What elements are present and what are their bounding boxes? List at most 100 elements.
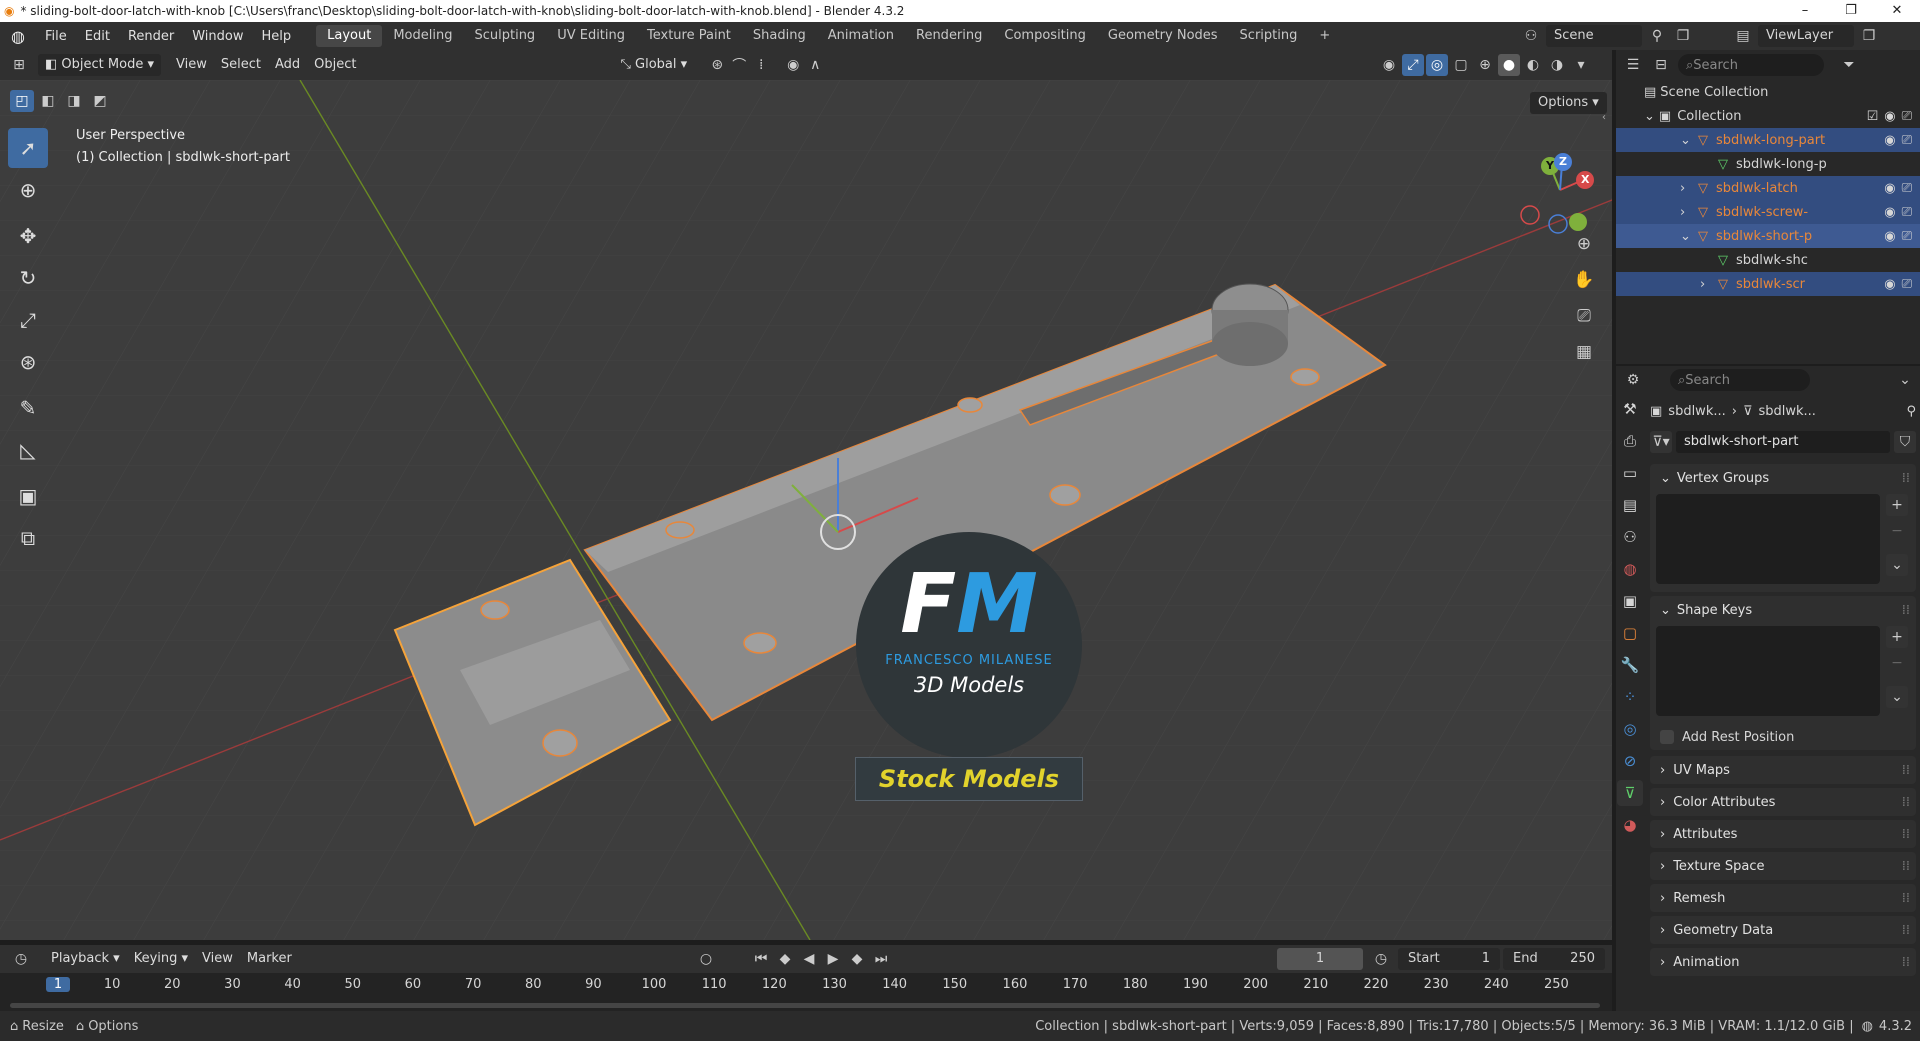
drag-handle-icon[interactable]: ⁞⁞ bbox=[1902, 795, 1910, 810]
overlay-icon[interactable]: ◎ bbox=[1426, 54, 1448, 76]
shape-keys-list[interactable] bbox=[1656, 626, 1880, 716]
tab-uv-editing[interactable]: UV Editing bbox=[546, 25, 636, 47]
view-layer-tab-icon[interactable]: ▤ bbox=[1617, 492, 1643, 518]
particles-tab-icon[interactable]: ⁘ bbox=[1617, 684, 1643, 710]
tab-texture-paint[interactable]: Texture Paint bbox=[636, 25, 742, 47]
object-menu[interactable]: Object bbox=[307, 54, 363, 76]
new-view-layer-icon[interactable]: ❐ bbox=[1858, 25, 1880, 47]
properties-search[interactable]: ⌕ Search bbox=[1670, 369, 1810, 391]
outliner-search[interactable]: ⌕ Search bbox=[1678, 54, 1824, 76]
view-menu[interactable]: View bbox=[169, 54, 214, 76]
expand-arrow-icon[interactable]: › bbox=[1680, 181, 1694, 196]
marker-menu[interactable]: Marker bbox=[240, 948, 299, 970]
navigation-gizmo[interactable]: X Y Z bbox=[1510, 140, 1610, 240]
shape-key-menu-button[interactable]: ⌄ bbox=[1886, 686, 1908, 708]
eye-icon[interactable]: ◉ bbox=[1884, 133, 1895, 148]
select-subtract-icon[interactable]: ◨ bbox=[62, 90, 86, 112]
breadcrumb-mesh[interactable]: sbdlwk... bbox=[1758, 404, 1815, 419]
camera-icon[interactable]: ⎚ bbox=[1902, 133, 1912, 148]
keying-menu[interactable]: Keying ▾ bbox=[127, 948, 195, 970]
eye-icon[interactable]: ◉ bbox=[1884, 229, 1895, 244]
add-workspace-button[interactable]: + bbox=[1308, 25, 1341, 47]
menu-window[interactable]: Window bbox=[183, 29, 252, 44]
eye-icon[interactable]: ◉ bbox=[1884, 109, 1895, 124]
scene-icon[interactable]: ⚇ bbox=[1520, 25, 1542, 47]
mode-dropdown[interactable]: ◧ Object Mode ▾ bbox=[38, 54, 161, 76]
tab-rendering[interactable]: Rendering bbox=[905, 25, 993, 47]
add-cube-tool[interactable]: ▣ bbox=[8, 476, 48, 516]
close-button[interactable]: ✕ bbox=[1874, 0, 1920, 22]
vertex-groups-list[interactable] bbox=[1656, 494, 1880, 584]
expand-arrow-icon[interactable]: ⌄ bbox=[1644, 109, 1655, 124]
menu-help[interactable]: Help bbox=[253, 29, 301, 44]
rotate-tool[interactable]: ↻ bbox=[8, 258, 48, 298]
ortho-toggle-icon[interactable]: ▦ bbox=[1570, 338, 1598, 366]
tab-sculpting[interactable]: Sculpting bbox=[463, 25, 546, 47]
timeline-ruler[interactable]: 1 10 20 30 40 50 60 70 80 90 100 110 120 130 140 150 160… bbox=[0, 973, 1612, 1011]
properties-options-icon[interactable]: ⌄ bbox=[1894, 369, 1916, 391]
drag-handle-icon[interactable]: ⁞⁞ bbox=[1902, 471, 1910, 486]
mesh-browse-icon[interactable]: ⊽▾ bbox=[1650, 431, 1672, 453]
preview-range-icon[interactable]: ◷ bbox=[1370, 948, 1392, 970]
measure-tool[interactable]: ◺ bbox=[8, 430, 48, 470]
outliner-item[interactable]: ⌄ ▽ sbdlwk-short-p ◉ ⎚ bbox=[1616, 224, 1920, 248]
timeline-view-menu[interactable]: View bbox=[195, 948, 240, 970]
proportional-edit-icon[interactable]: ◉ bbox=[782, 54, 804, 76]
drag-handle-icon[interactable]: ⁞⁞ bbox=[1902, 763, 1910, 778]
options-dropdown[interactable]: Options ▾ bbox=[1530, 92, 1607, 114]
remove-shape-key-button[interactable]: − bbox=[1886, 652, 1908, 674]
blender-menu-icon[interactable]: ◍ bbox=[0, 27, 36, 46]
remove-vertex-group-button[interactable]: − bbox=[1886, 520, 1908, 542]
tab-modeling[interactable]: Modeling bbox=[382, 25, 463, 47]
shape-keys-header[interactable]: ⌄ Shape Keys ⁞⁞ bbox=[1650, 596, 1916, 624]
prev-keyframe-icon[interactable]: ◆ bbox=[774, 948, 796, 970]
add-menu[interactable]: Add bbox=[268, 54, 307, 76]
expand-arrow-icon[interactable]: › bbox=[1680, 205, 1694, 220]
add-primitive-tool[interactable]: ⧉ bbox=[8, 518, 48, 558]
select-extend-icon[interactable]: ◧ bbox=[36, 90, 60, 112]
panel-header[interactable]: › Remesh ⁞⁞ bbox=[1650, 884, 1916, 912]
camera-icon[interactable]: ⎚ bbox=[1902, 277, 1912, 292]
display-mode-icon[interactable]: ⊟ bbox=[1650, 54, 1672, 76]
scene-tab-icon[interactable]: ⚇ bbox=[1617, 524, 1643, 550]
xray-icon[interactable]: ▢ bbox=[1450, 54, 1472, 76]
pivot-icon[interactable]: ⊛ bbox=[706, 54, 728, 76]
orientation-dropdown[interactable]: ⤡ Global ▾ bbox=[613, 54, 694, 76]
gizmo-icon[interactable]: ⤢ bbox=[1402, 54, 1424, 76]
expand-arrow-icon[interactable]: › bbox=[1700, 277, 1714, 292]
add-rest-position-checkbox[interactable] bbox=[1660, 730, 1674, 744]
eye-icon[interactable]: ◉ bbox=[1884, 277, 1895, 292]
output-tab-icon[interactable]: ▭ bbox=[1617, 460, 1643, 486]
transform-tool[interactable]: ⊛ bbox=[8, 342, 48, 382]
tab-shading[interactable]: Shading bbox=[742, 25, 817, 47]
annotate-tool[interactable]: ✎ bbox=[8, 388, 48, 428]
current-frame-field[interactable]: 1 bbox=[1277, 948, 1363, 970]
select-new-icon[interactable]: ◰ bbox=[10, 90, 34, 112]
outliner-item[interactable]: ▽ sbdlwk-shc bbox=[1616, 248, 1920, 272]
outliner-item[interactable]: ⌄ ▽ sbdlwk-long-part ◉ ⎚ bbox=[1616, 128, 1920, 152]
camera-icon[interactable]: ⎚ bbox=[1902, 229, 1912, 244]
outliner-scene-collection[interactable]: ▤ Scene Collection bbox=[1616, 80, 1920, 104]
shading-options-icon[interactable]: ▾ bbox=[1570, 54, 1592, 76]
vertex-group-menu-button[interactable]: ⌄ bbox=[1886, 554, 1908, 576]
filter-icon[interactable]: ⏷ bbox=[1838, 54, 1860, 76]
move-tool[interactable]: ✥ bbox=[8, 216, 48, 256]
pan-hand-icon[interactable]: ✋ bbox=[1570, 266, 1598, 294]
drag-handle-icon[interactable]: ⁞⁞ bbox=[1902, 827, 1910, 842]
panel-header[interactable]: › Color Attributes ⁞⁞ bbox=[1650, 788, 1916, 816]
auto-keying-icon[interactable]: ○ bbox=[695, 948, 717, 970]
world-tab-icon[interactable]: ◍ bbox=[1617, 556, 1643, 582]
drag-handle-icon[interactable]: ⁞⁞ bbox=[1902, 891, 1910, 906]
outliner-collection[interactable]: ⌄ ▣ Collection ☑ ◉ ⎚ bbox=[1616, 104, 1920, 128]
drag-handle-icon[interactable]: ⁞⁞ bbox=[1902, 859, 1910, 874]
panel-header[interactable]: › Geometry Data ⁞⁞ bbox=[1650, 916, 1916, 944]
panel-header[interactable]: › Attributes ⁞⁞ bbox=[1650, 820, 1916, 848]
outliner-item[interactable]: › ▽ sbdlwk-scr ◉ ⎚ bbox=[1616, 272, 1920, 296]
vertex-groups-header[interactable]: ⌄ Vertex Groups ⁞⁞ bbox=[1650, 464, 1916, 492]
3d-viewport[interactable]: User Perspective (1) Collection | sbdlwk… bbox=[0, 80, 1612, 940]
outliner-item[interactable]: › ▽ sbdlwk-latch ◉ ⎚ bbox=[1616, 176, 1920, 200]
select-invert-icon[interactable]: ◩ bbox=[88, 90, 112, 112]
data-tab-icon[interactable]: ⊽ bbox=[1617, 780, 1643, 806]
scene-field[interactable]: Scene bbox=[1546, 25, 1642, 47]
pin-icon[interactable]: ⚲ bbox=[1906, 404, 1916, 419]
